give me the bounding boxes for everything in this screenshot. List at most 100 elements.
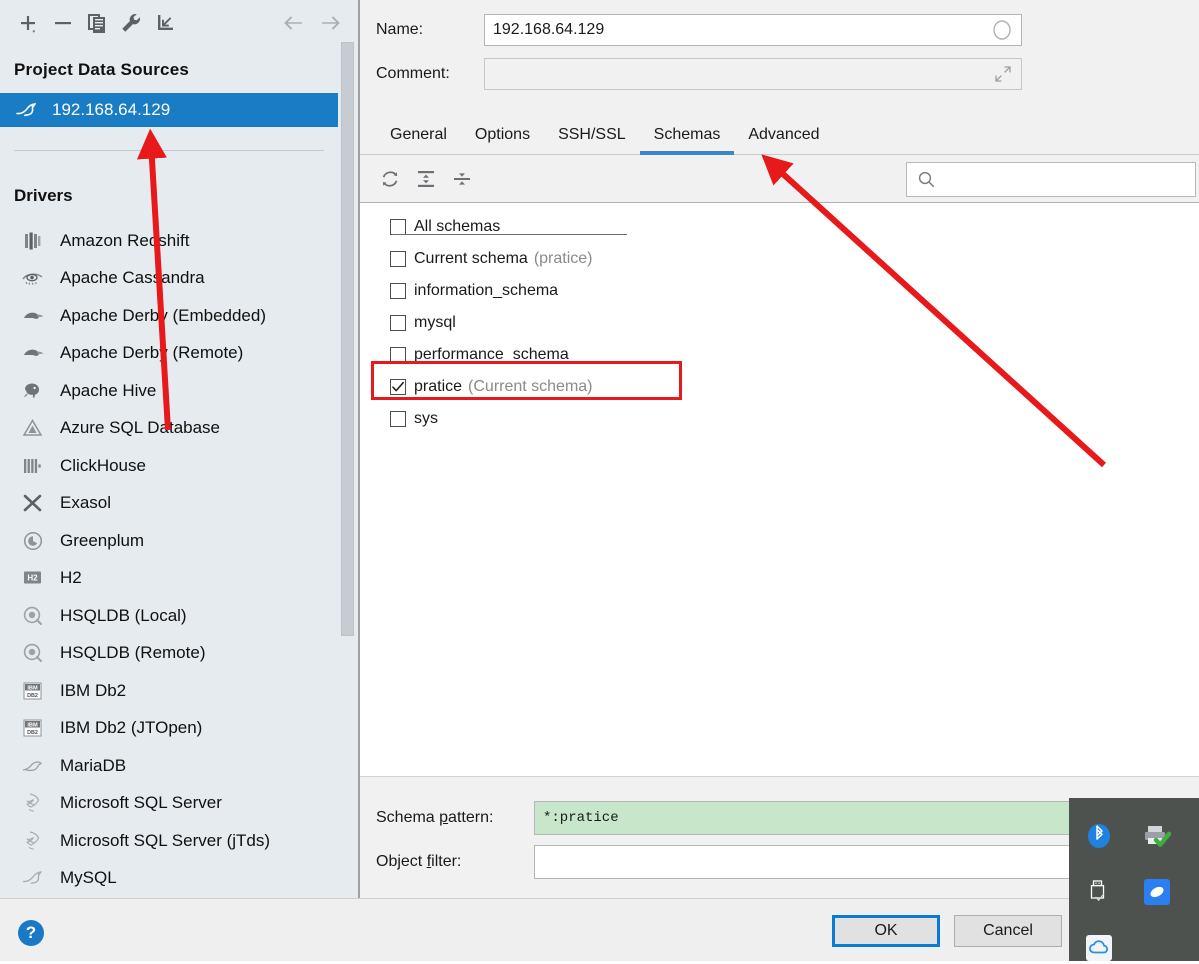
name-field-row: Name: 192.168.64.129 xyxy=(376,14,1022,46)
driver-item-hsqldb-local[interactable]: HSQLDB (Local) xyxy=(0,597,338,635)
collapse-all-button[interactable] xyxy=(444,162,480,196)
svg-text:IBM: IBM xyxy=(27,723,38,729)
checkbox-checked-icon[interactable] xyxy=(390,379,406,395)
driver-label: Amazon Redshift xyxy=(60,230,190,250)
driver-item-greenplum[interactable]: Greenplum xyxy=(0,522,338,560)
tab-schemas[interactable]: Schemas xyxy=(639,126,735,155)
hsqldb-icon xyxy=(20,604,46,628)
driver-item-mariadb[interactable]: MariaDB xyxy=(0,747,338,785)
data-source-item-192-168-64-129[interactable]: 192.168.64.129 xyxy=(0,93,338,127)
driver-item-microsoft-sql-server[interactable]: Microsoft SQL Server xyxy=(0,785,338,823)
object-filter-label: Object filter: xyxy=(376,853,462,870)
schema-name: information_schema xyxy=(414,282,559,299)
cassandra-eye-icon xyxy=(20,266,46,290)
schema-row-information-schema[interactable]: information_schema xyxy=(360,275,1199,307)
driver-item-ibm-db2-jtopen[interactable]: IBM DB2 IBM Db2 (JTOpen) xyxy=(0,710,338,748)
schema-name: sys xyxy=(414,410,438,427)
driver-item-azure-sql-database[interactable]: Azure SQL Database xyxy=(0,410,338,448)
data-sources-list: 192.168.64.129 xyxy=(0,93,338,127)
driver-item-apache-hive[interactable]: Apache Hive xyxy=(0,372,338,410)
driver-item-apache-cassandra[interactable]: Apache Cassandra xyxy=(0,260,338,298)
driver-item-exasol[interactable]: Exasol xyxy=(0,485,338,523)
driver-item-apache-derby-remote[interactable]: Apache Derby (Remote) xyxy=(0,335,338,373)
help-button[interactable]: ? xyxy=(18,920,44,946)
driver-item-microsoft-sql-server-jtds[interactable]: Microsoft SQL Server (jTds) xyxy=(0,822,338,860)
properties-button[interactable] xyxy=(114,6,148,40)
tab-ssh-ssl[interactable]: SSH/SSL xyxy=(544,126,640,154)
duplicate-data-source-button[interactable] xyxy=(80,6,114,40)
expand-editor-icon[interactable] xyxy=(993,64,1013,84)
bluetooth-tray-icon[interactable] xyxy=(1083,820,1115,852)
wrench-icon xyxy=(122,13,141,32)
name-input[interactable]: 192.168.64.129 xyxy=(484,14,1022,46)
plus-icon xyxy=(21,16,36,33)
derby-icon xyxy=(20,341,46,365)
exasol-x-icon xyxy=(20,491,46,515)
clickhouse-icon xyxy=(20,454,46,478)
svg-text:IBM: IBM xyxy=(27,685,38,691)
schema-name: pratice xyxy=(414,378,463,395)
refresh-icon xyxy=(382,171,398,187)
schema-name: Current schema xyxy=(414,250,528,267)
schema-pattern-value: *:pratice xyxy=(543,810,619,826)
ok-button[interactable]: OK xyxy=(832,915,940,947)
schema-row-performance-schema[interactable]: performance_schema xyxy=(360,339,1199,371)
h2-icon: H2 xyxy=(20,566,46,590)
driver-item-amazon-redshift[interactable]: Amazon Redshift xyxy=(0,222,338,260)
schema-row-sys[interactable]: sys xyxy=(360,403,1199,435)
refresh-button[interactable] xyxy=(372,162,408,196)
name-label: Name: xyxy=(376,21,424,38)
schema-row-pratice[interactable]: pratice (Current schema) xyxy=(360,371,1199,403)
driver-item-h2[interactable]: H2 H2 xyxy=(0,560,338,598)
svg-text:DB2: DB2 xyxy=(27,730,38,736)
driver-label: Apache Cassandra xyxy=(60,268,205,288)
cancel-button[interactable]: Cancel xyxy=(954,915,1062,947)
svg-text:DB2: DB2 xyxy=(27,693,38,699)
driver-label: Microsoft SQL Server xyxy=(60,793,222,813)
checkbox-unchecked-icon[interactable] xyxy=(390,411,406,427)
project-data-sources-header: Project Data Sources xyxy=(14,60,190,79)
driver-item-ibm-db2[interactable]: IBM DB2 IBM Db2 xyxy=(0,672,338,710)
import-button[interactable] xyxy=(148,6,182,40)
checkbox-unchecked-icon[interactable] xyxy=(390,251,406,267)
remove-data-source-button[interactable] xyxy=(46,6,80,40)
driver-label: IBM Db2 (JTOpen) xyxy=(60,718,203,738)
greenplum-icon xyxy=(20,529,46,553)
cloud-sync-tray-icon[interactable] xyxy=(1083,932,1115,964)
sidebar-scrollbar-thumb[interactable] xyxy=(341,42,354,636)
driver-label: Apache Derby (Remote) xyxy=(60,343,244,363)
schema-row-current-schema[interactable]: Current schema (pratice) xyxy=(360,243,1199,275)
checkbox-unchecked-icon[interactable] xyxy=(390,347,406,363)
expand-all-button[interactable] xyxy=(408,162,444,196)
checkbox-unchecked-icon[interactable] xyxy=(390,219,406,235)
comment-input[interactable] xyxy=(484,58,1022,90)
tab-options[interactable]: Options xyxy=(461,126,544,154)
driver-item-mysql[interactable]: MySQL xyxy=(0,860,338,898)
checkbox-unchecked-icon[interactable] xyxy=(390,315,406,331)
search-input[interactable] xyxy=(906,162,1196,197)
collapse-all-icon xyxy=(454,173,470,185)
mariadb-seal-icon xyxy=(20,754,46,778)
add-data-source-button[interactable] xyxy=(12,6,46,40)
driver-item-apache-derby-embedded[interactable]: Apache Derby (Embedded) xyxy=(0,297,338,335)
printer-ready-tray-icon[interactable] xyxy=(1141,820,1173,852)
schema-row-mysql[interactable]: mysql xyxy=(360,307,1199,339)
driver-item-clickhouse[interactable]: ClickHouse xyxy=(0,447,338,485)
settings-tabs: General Options SSH/SSL Schemas Advanced xyxy=(360,113,1199,155)
driver-item-hsqldb-remote[interactable]: HSQLDB (Remote) xyxy=(0,635,338,673)
tab-general[interactable]: General xyxy=(376,126,461,154)
onedrive-tray-icon[interactable] xyxy=(1141,876,1173,908)
drivers-list: Amazon Redshift Apache Cassandra Apache … xyxy=(0,222,338,897)
schema-row-all-schemas[interactable]: All schemas xyxy=(360,211,1199,243)
copy-icon xyxy=(88,14,105,33)
schema-note: (Current schema) xyxy=(468,378,593,395)
driver-label: HSQLDB (Remote) xyxy=(60,643,206,663)
name-input-value: 192.168.64.129 xyxy=(493,21,605,38)
schemas-checkbox-list: All schemas Current schema (pratice) inf… xyxy=(360,203,1199,776)
mssql-icon xyxy=(20,791,46,815)
tab-advanced[interactable]: Advanced xyxy=(734,126,833,154)
safely-remove-usb-tray-icon[interactable] xyxy=(1083,876,1115,908)
color-picker-icon[interactable] xyxy=(991,19,1013,41)
checkbox-unchecked-icon[interactable] xyxy=(390,283,406,299)
navigate-back-button[interactable] xyxy=(276,6,310,40)
